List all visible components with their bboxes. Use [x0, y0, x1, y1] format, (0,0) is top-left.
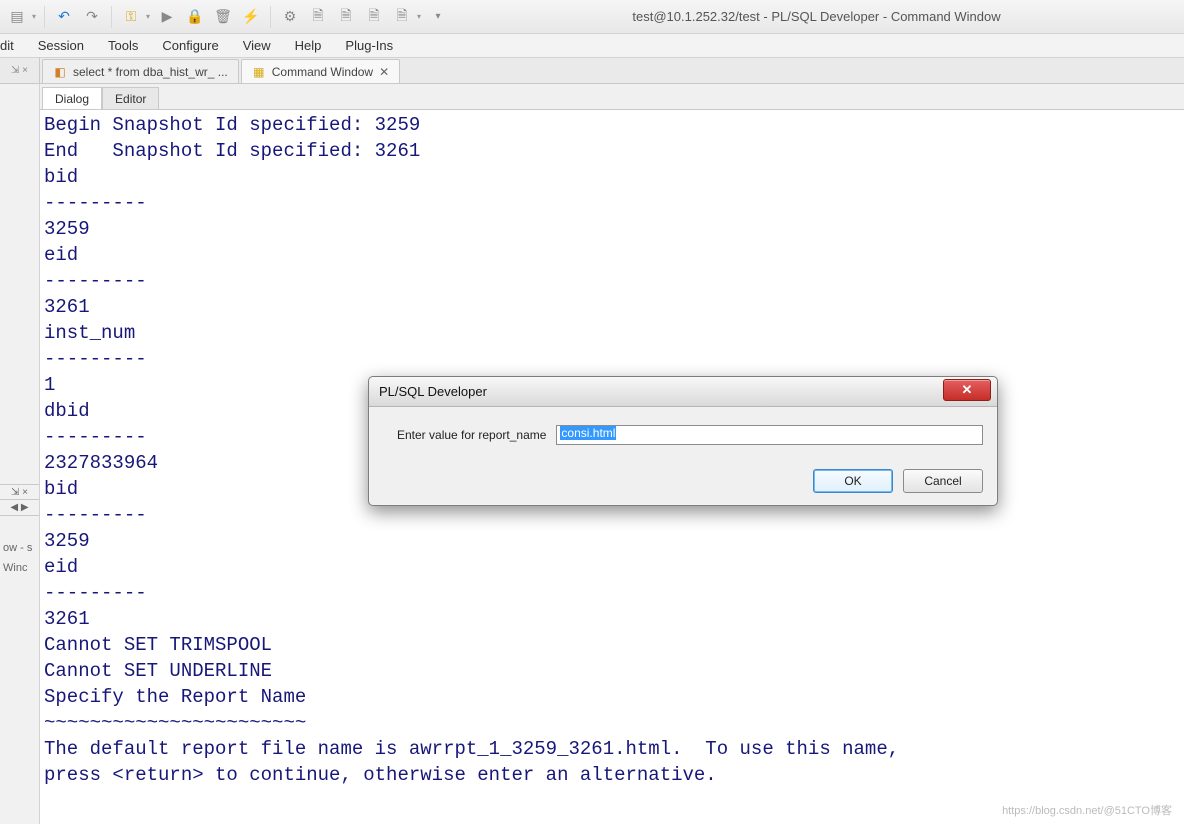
side-label-2: Winc	[0, 558, 39, 578]
menu-tools[interactable]: Tools	[108, 38, 138, 53]
file-tab-sql[interactable]: ◧ select * from dba_hist_wr_ ...	[42, 59, 239, 83]
lock-icon[interactable]: 🔒	[184, 6, 206, 28]
sub-tabs: Dialog Editor	[40, 84, 1184, 110]
doc-search-icon[interactable]: 🗎	[335, 6, 357, 28]
window-title: test@10.1.252.32/test - PL/SQL Developer…	[455, 9, 1178, 24]
trash-icon[interactable]: 🗑	[212, 6, 234, 28]
key-icon[interactable]: ⚿	[120, 6, 142, 28]
dropdown-caret-icon: ▾	[417, 12, 421, 21]
panel-nav-arrows[interactable]: ◀ ▶	[0, 500, 39, 516]
file-tab-label: Command Window	[272, 65, 373, 79]
panel-pin-controls[interactable]: ⇲ ×	[0, 484, 39, 500]
doc-gear-icon[interactable]: 🗎	[363, 6, 385, 28]
file-tab-command-window[interactable]: ▦ Command Window ✕	[241, 59, 400, 83]
lightning-icon[interactable]: ⚡	[240, 6, 262, 28]
panel-pin-controls[interactable]: ⇲ ×	[0, 57, 40, 83]
dialog-body: Enter value for report_name consi.html O…	[369, 407, 997, 505]
side-label-1: ow - s	[0, 538, 39, 558]
file-tab-label: select * from dba_hist_wr_ ...	[73, 65, 228, 79]
dialog-prompt-label: Enter value for report_name	[397, 428, 546, 442]
input-selection: consi.html	[560, 426, 616, 440]
watermark: https://blog.csdn.net/@51CTO博客	[1002, 802, 1172, 818]
dialog-title-text: PL/SQL Developer	[379, 384, 487, 399]
report-name-input[interactable]: consi.html	[556, 425, 983, 445]
menu-view[interactable]: View	[243, 38, 271, 53]
menu-edit[interactable]: dit	[0, 38, 14, 53]
undo-icon[interactable]: ↶	[53, 6, 75, 28]
toolbar: ▤ ▾ ↶ ↷ ⚿ ▾ ▶ 🔒 🗑 ⚡ ⚙ 🗎 🗎 🗎 🗎 ▾ ▾ test@1…	[0, 0, 1184, 34]
settings-sliders-icon[interactable]: ⚙	[279, 6, 301, 28]
menu-session[interactable]: Session	[38, 38, 84, 53]
side-panel: ⇲ × ◀ ▶ ow - s Winc	[0, 84, 40, 824]
tab-dialog[interactable]: Dialog	[42, 87, 102, 109]
doc-plain-icon[interactable]: 🗎	[391, 6, 413, 28]
close-icon[interactable]: ✕	[943, 379, 991, 401]
close-icon[interactable]: ✕	[379, 65, 389, 79]
cmd-icon: ▦	[252, 65, 266, 79]
menu-plugins[interactable]: Plug-Ins	[345, 38, 393, 53]
app-menu-icon[interactable]: ▤	[6, 6, 28, 28]
dialog-titlebar[interactable]: PL/SQL Developer ✕	[369, 377, 997, 407]
document-tabs: ⇲ × ◧ select * from dba_hist_wr_ ... ▦ C…	[0, 58, 1184, 84]
dropdown-caret-icon: ▾	[146, 12, 150, 21]
play-icon[interactable]: ▶	[156, 6, 178, 28]
menu-help[interactable]: Help	[295, 38, 322, 53]
sql-icon: ◧	[53, 65, 67, 79]
overflow-icon[interactable]: ▾	[427, 6, 449, 28]
tab-editor[interactable]: Editor	[102, 87, 159, 109]
separator	[111, 6, 112, 28]
separator	[270, 6, 271, 28]
prompt-dialog: PL/SQL Developer ✕ Enter value for repor…	[368, 376, 998, 506]
redo-icon[interactable]: ↷	[81, 6, 103, 28]
separator	[44, 6, 45, 28]
menu-configure[interactable]: Configure	[162, 38, 218, 53]
menubar: dit Session Tools Configure View Help Pl…	[0, 34, 1184, 58]
cancel-button[interactable]: Cancel	[903, 469, 983, 493]
ok-button[interactable]: OK	[813, 469, 893, 493]
doc-icon[interactable]: 🗎	[307, 6, 329, 28]
dropdown-caret-icon: ▾	[32, 12, 36, 21]
